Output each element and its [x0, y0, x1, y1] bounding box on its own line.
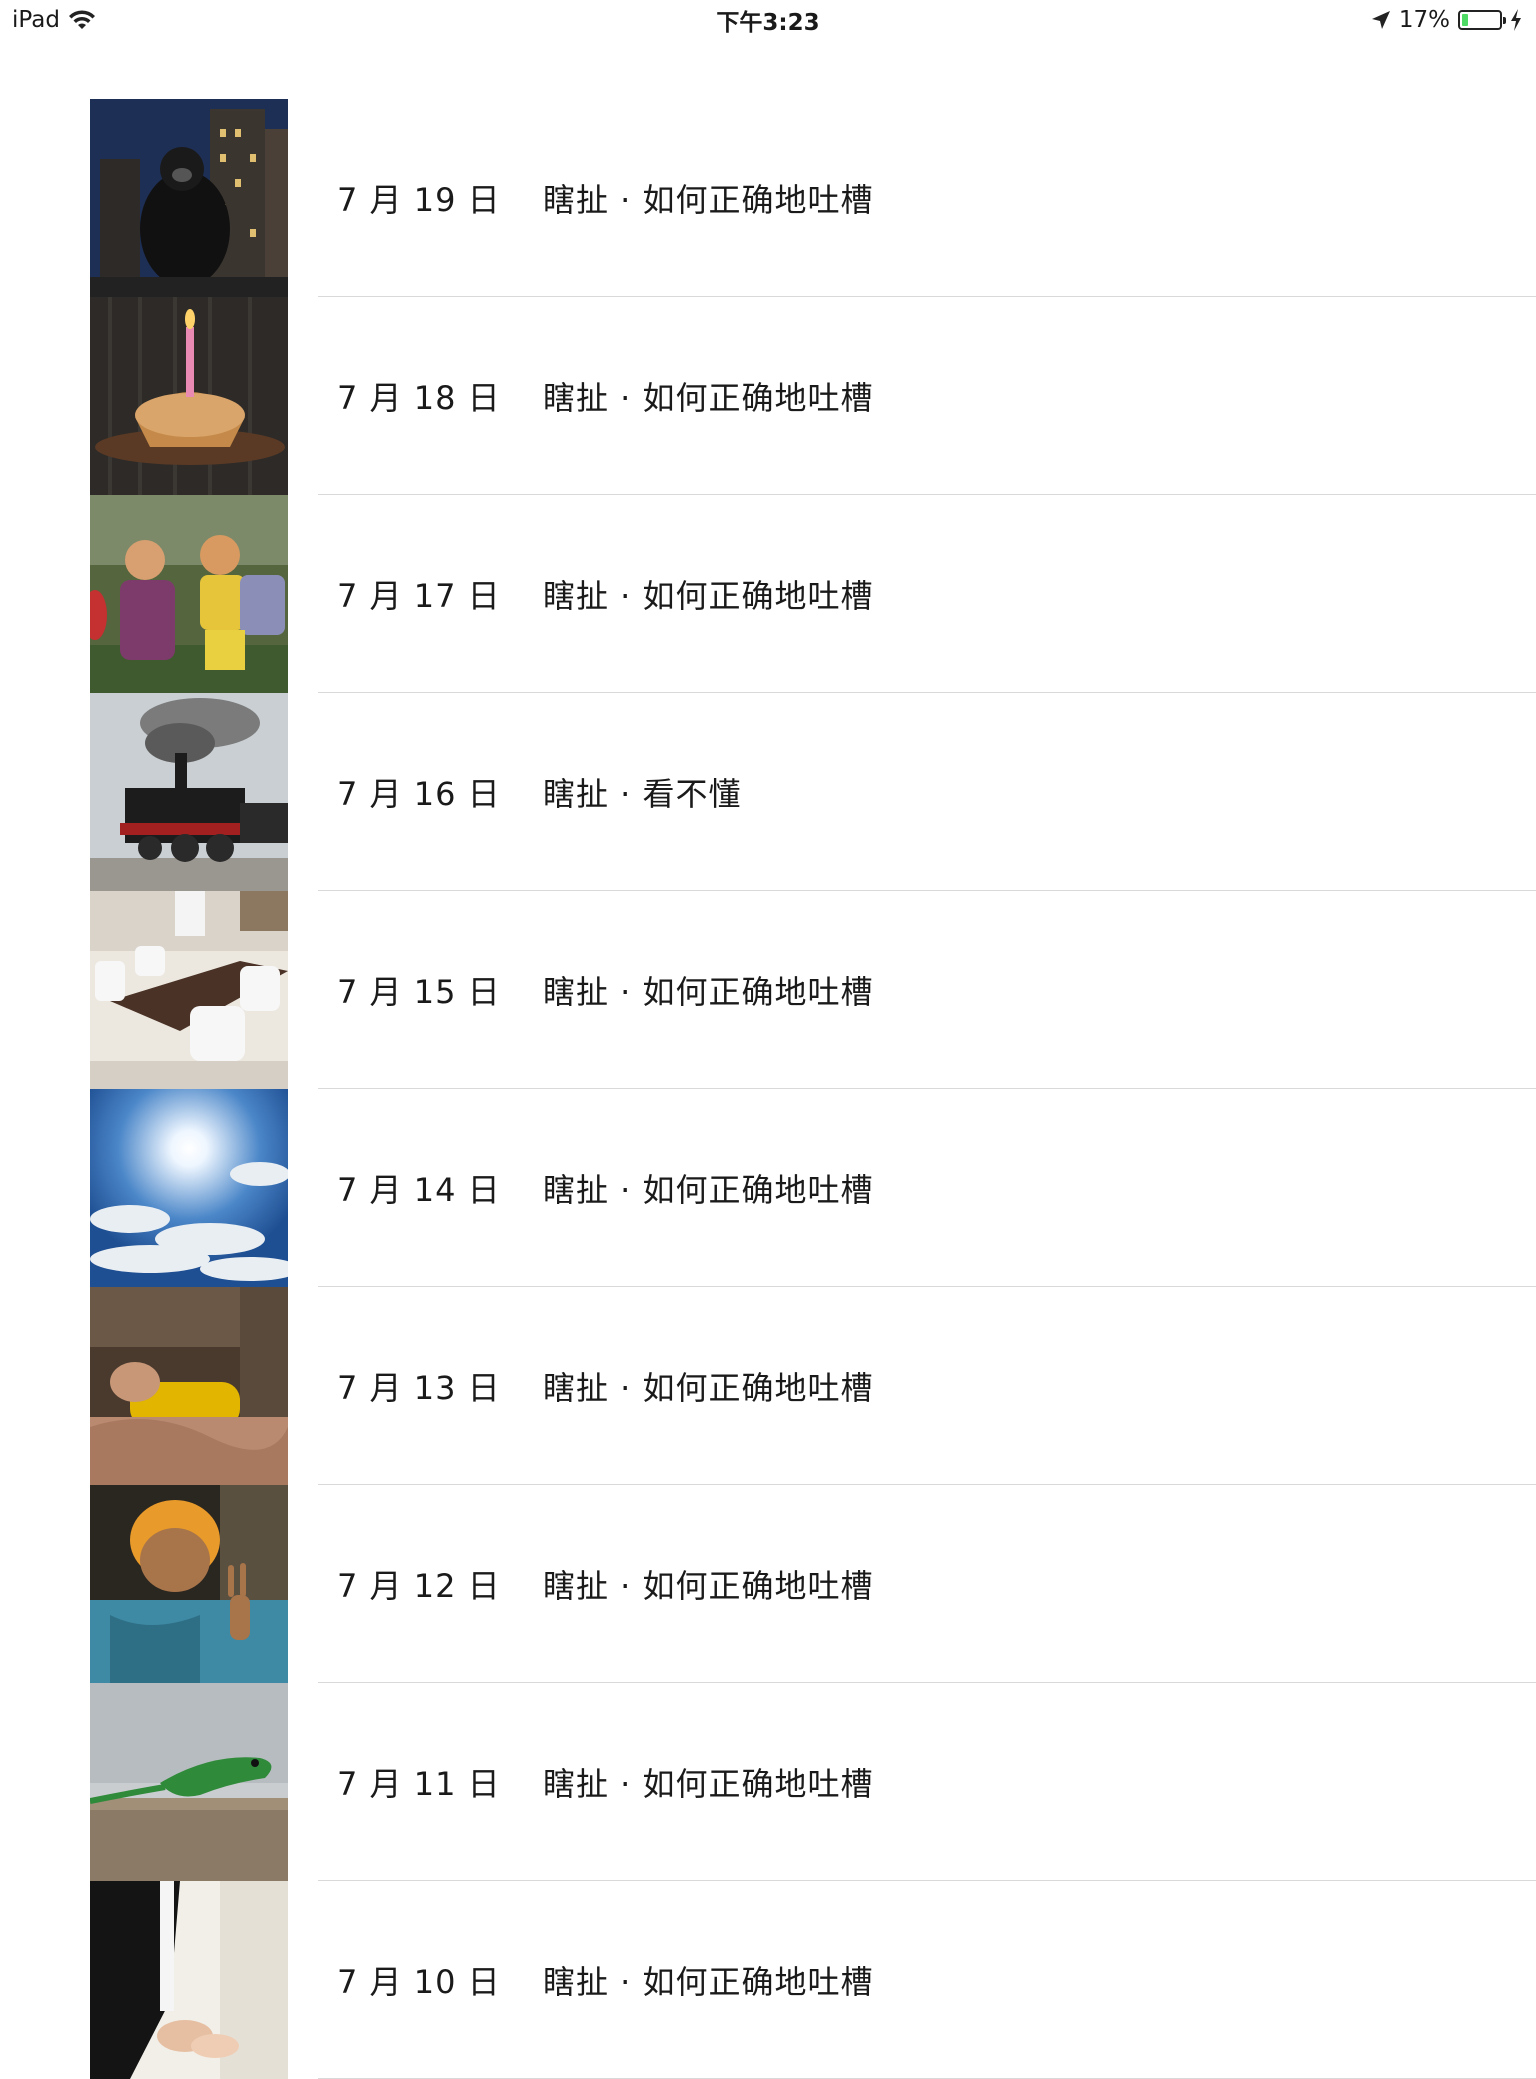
item-date: 7 月 19 日: [337, 181, 501, 219]
item-title: 瞎扯 · 如何正确地吐槽: [543, 1567, 874, 1605]
thumbnail-image: [90, 1089, 288, 1287]
item-title: 瞎扯 · 如何正确地吐槽: [543, 1963, 874, 2001]
list-item[interactable]: 7 月 15 日 瞎扯 · 如何正确地吐槽: [0, 891, 1536, 1089]
status-bar: iPad 下午3:23 17%: [0, 0, 1536, 40]
list-item[interactable]: 7 月 13 日 瞎扯 · 如何正确地吐槽: [0, 1287, 1536, 1485]
item-title: 瞎扯 · 如何正确地吐槽: [543, 379, 874, 417]
thumbnail-image: [90, 1287, 288, 1485]
battery-level-fill: [1462, 14, 1468, 26]
item-date: 7 月 13 日: [337, 1369, 501, 1407]
list-item[interactable]: 7 月 17 日 瞎扯 · 如何正确地吐槽: [0, 495, 1536, 693]
list-item[interactable]: 7 月 11 日 瞎扯 · 如何正确地吐槽: [0, 1683, 1536, 1881]
charging-bolt-icon: [1511, 9, 1521, 31]
status-right: 17%: [1371, 4, 1522, 36]
list-item-text: 7 月 12 日 瞎扯 · 如何正确地吐槽: [337, 1485, 874, 1683]
item-title: 瞎扯 · 如何正确地吐槽: [543, 973, 874, 1011]
item-title: 瞎扯 · 如何正确地吐槽: [543, 1171, 874, 1209]
thumbnail-image: [90, 99, 288, 297]
thumbnail-image: [90, 297, 288, 495]
list-item-text: 7 月 15 日 瞎扯 · 如何正确地吐槽: [337, 891, 874, 1089]
list-item-text: 7 月 19 日 瞎扯 · 如何正确地吐槽: [337, 99, 874, 297]
list-item[interactable]: 7 月 12 日 瞎扯 · 如何正确地吐槽: [0, 1485, 1536, 1683]
item-title: 瞎扯 · 如何正确地吐槽: [543, 181, 874, 219]
thumbnail-image: [90, 1881, 288, 2079]
thumbnail-image: [90, 693, 288, 891]
item-title: 瞎扯 · 如何正确地吐槽: [543, 1369, 874, 1407]
item-title: 瞎扯 · 如何正确地吐槽: [543, 1765, 874, 1803]
item-date: 7 月 17 日: [337, 577, 501, 615]
status-time: 下午3:23: [716, 10, 820, 36]
list-item-text: 7 月 16 日 瞎扯 · 看不懂: [337, 693, 742, 891]
thumbnail-image: [90, 891, 288, 1089]
item-date: 7 月 15 日: [337, 973, 501, 1011]
thumbnail-image: [90, 1485, 288, 1683]
list-item-text: 7 月 17 日 瞎扯 · 如何正确地吐槽: [337, 495, 874, 693]
battery-icon: [1458, 10, 1506, 30]
item-date: 7 月 16 日: [337, 775, 501, 813]
list-item[interactable]: 7 月 19 日 瞎扯 · 如何正确地吐槽: [0, 99, 1536, 297]
list-item-text: 7 月 10 日 瞎扯 · 如何正确地吐槽: [337, 1881, 874, 2079]
story-list[interactable]: 7 月 19 日瞎扯 · 如何正确地吐槽 7 月 18 日瞎扯 · 如何正确地吐…: [0, 99, 1536, 2079]
list-item[interactable]: 7 月 18 日 瞎扯 · 如何正确地吐槽: [0, 297, 1536, 495]
item-date: 7 月 11 日: [337, 1765, 501, 1803]
list-item[interactable]: 7 月 14 日 瞎扯 · 如何正确地吐槽: [0, 1089, 1536, 1287]
location-arrow-icon: [1371, 11, 1390, 29]
item-date: 7 月 10 日: [337, 1963, 501, 2001]
item-title: 瞎扯 · 看不懂: [543, 775, 742, 813]
item-title: 瞎扯 · 如何正确地吐槽: [543, 577, 874, 615]
list-item-text: 7 月 14 日 瞎扯 · 如何正确地吐槽: [337, 1089, 874, 1287]
thumbnail-image: [90, 495, 288, 693]
list-item[interactable]: 7 月 10 日 瞎扯 · 如何正确地吐槽: [0, 1881, 1536, 2079]
battery-percent: 17%: [1398, 7, 1450, 33]
list-item-text: 7 月 18 日 瞎扯 · 如何正确地吐槽: [337, 297, 874, 495]
item-date: 7 月 18 日: [337, 379, 501, 417]
list-item[interactable]: 7 月 16 日 瞎扯 · 看不懂: [0, 693, 1536, 891]
item-date: 7 月 12 日: [337, 1567, 501, 1605]
list-item-text: 7 月 11 日 瞎扯 · 如何正确地吐槽: [337, 1683, 874, 1881]
item-date: 7 月 14 日: [337, 1171, 501, 1209]
list-item-text: 7 月 13 日 瞎扯 · 如何正确地吐槽: [337, 1287, 874, 1485]
thumbnail-image: [90, 1683, 288, 1881]
